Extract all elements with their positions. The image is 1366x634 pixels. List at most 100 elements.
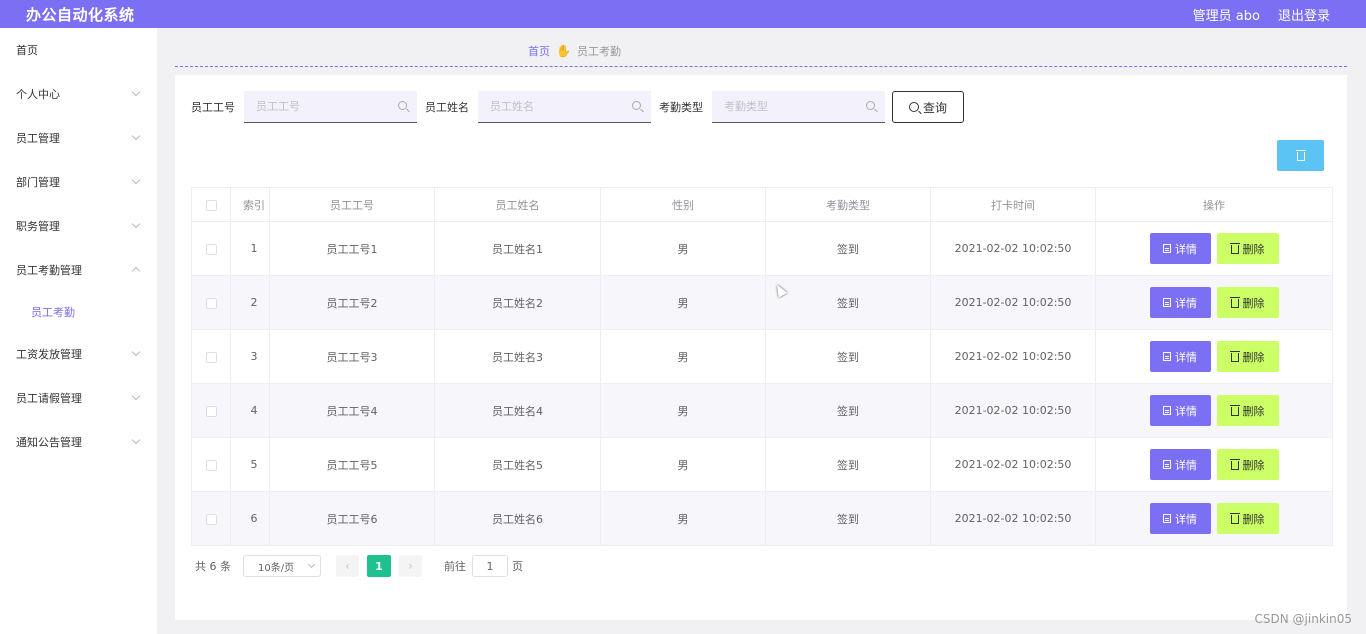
cell-emp-name: 员工姓名2 [434, 275, 601, 330]
detail-button[interactable]: 详情 [1149, 395, 1211, 426]
sidebar-item-label: 工资发放管理 [16, 348, 82, 361]
breadcrumb-current: 员工考勤 [576, 45, 621, 58]
emp-no-label: 员工工号 [191, 101, 235, 114]
header-actions: 管理员 abo 退出登录 [1193, 5, 1330, 24]
cell-actions: 详情 删除 [1095, 437, 1333, 492]
document-icon [1163, 298, 1171, 307]
table-row: 4 员工工号4 员工姓名4 男签到 2021-02-02 10:02:50 详情 删除 [191, 383, 1333, 438]
sidebar-item-label: 首页 [16, 44, 38, 57]
row-select-cell [191, 437, 231, 492]
chevron-down-icon [307, 560, 316, 569]
sidebar-item[interactable]: 首页 [0, 28, 157, 72]
sidebar-item-label: 员工考勤管理 [16, 264, 82, 277]
row-checkbox[interactable] [205, 351, 217, 363]
delete-button-label: 删除 [1242, 512, 1265, 526]
delete-button-label: 删除 [1242, 350, 1265, 364]
sidebar-item[interactable]: 个人中心 [0, 72, 157, 116]
user-label[interactable]: 管理员 abo [1193, 5, 1260, 24]
cell-emp-name: 员工姓名3 [434, 329, 601, 384]
cell-index: 6 [230, 491, 270, 546]
page-size-select[interactable]: 10条/页 [243, 555, 321, 577]
sidebar-item-label: 通知公告管理 [16, 436, 82, 449]
pagination: 共 6 条 10条/页 ‹ 1 › 前往 页 [195, 555, 523, 577]
cell-gender: 男 [600, 437, 766, 492]
select-all-cell [191, 187, 231, 222]
detail-button[interactable]: 详情 [1149, 233, 1211, 264]
column-header: 操作 [1095, 187, 1333, 222]
delete-button[interactable]: 删除 [1216, 449, 1279, 480]
cell-gender: 男 [600, 221, 766, 276]
cell-emp-name: 员工姓名4 [434, 383, 601, 438]
table-row: 1 员工工号1 员工姓名1 男签到 2021-02-02 10:02:50 详情 删除 [191, 221, 1333, 276]
batch-delete-button[interactable] [1277, 140, 1324, 171]
sidebar-item[interactable]: 员工考勤管理 [0, 248, 157, 292]
column-header: 员工姓名 [434, 187, 601, 222]
chevron-up-icon [131, 266, 141, 276]
sidebar-item[interactable]: 员工请假管理 [0, 376, 157, 420]
cell-index: 2 [230, 275, 270, 330]
cell-clock-time: 2021-02-02 10:02:50 [930, 221, 1096, 276]
select-all-checkbox[interactable] [205, 199, 217, 211]
document-icon [1163, 352, 1171, 361]
logout-link[interactable]: 退出登录 [1278, 5, 1330, 24]
page-number-current[interactable]: 1 [367, 555, 391, 577]
sidebar-item[interactable]: 职务管理 [0, 204, 157, 248]
delete-button[interactable]: 删除 [1216, 341, 1279, 372]
cell-gender: 男 [600, 491, 766, 546]
type-input[interactable] [712, 91, 885, 122]
detail-button-label: 详情 [1175, 242, 1197, 256]
sidebar-subitem-attendance[interactable]: 员工考勤 [0, 292, 157, 332]
sidebar-item[interactable]: 工资发放管理 [0, 332, 157, 376]
chevron-down-icon [131, 175, 141, 185]
row-checkbox[interactable] [205, 513, 217, 525]
cell-emp-no: 员工工号6 [269, 491, 435, 546]
cell-gender: 男 [600, 275, 766, 330]
detail-button[interactable]: 详情 [1149, 287, 1211, 318]
cell-index: 1 [230, 221, 270, 276]
sidebar-menu: 首页个人中心 员工管理 部门管理 职务管理员工考勤管理员工考勤工资发放管理员工请假管理… [0, 28, 157, 634]
cell-attendance-type: 签到 [765, 437, 931, 492]
chevron-down-icon [131, 347, 141, 357]
delete-button[interactable]: 删除 [1216, 395, 1279, 426]
prev-page-button[interactable]: ‹ [336, 555, 359, 577]
breadcrumb-home[interactable]: 首页 [528, 43, 550, 59]
cell-clock-time: 2021-02-02 10:02:50 [930, 491, 1096, 546]
delete-button[interactable]: 删除 [1216, 503, 1279, 534]
detail-button-label: 详情 [1175, 404, 1197, 418]
column-header: 员工工号 [269, 187, 435, 222]
row-checkbox[interactable] [205, 297, 217, 309]
sidebar-item[interactable]: 部门管理 [0, 160, 157, 204]
delete-button[interactable]: 删除 [1216, 233, 1279, 264]
emp-name-field [478, 91, 651, 123]
next-page-button[interactable]: › [399, 555, 422, 577]
detail-button[interactable]: 详情 [1149, 503, 1211, 534]
cell-emp-no: 员工工号4 [269, 383, 435, 438]
row-checkbox[interactable] [205, 405, 217, 417]
top-header: 办公自动化系统 管理员 abo 退出登录 [0, 0, 1366, 28]
search-icon [866, 101, 875, 110]
emp-name-input[interactable] [478, 91, 651, 122]
cell-clock-time: 2021-02-02 10:02:50 [930, 383, 1096, 438]
goto-page-input[interactable] [472, 555, 508, 577]
chevron-down-icon [131, 435, 141, 445]
table-row: 3 员工工号3 员工姓名3 男签到 2021-02-02 10:02:50 详情 删除 [191, 329, 1333, 384]
search-icon [908, 102, 919, 112]
emp-no-input[interactable] [244, 91, 417, 122]
delete-button[interactable]: 删除 [1216, 287, 1279, 318]
cell-attendance-type: 签到 [765, 275, 931, 330]
table-header-row: 索引 员工工号 员工姓名 性别 考勤类型 打卡时间 操作 [191, 187, 1333, 222]
detail-button[interactable]: 详情 [1149, 341, 1211, 372]
row-select-cell [191, 383, 231, 438]
row-select-cell [191, 329, 231, 384]
row-checkbox[interactable] [205, 459, 217, 471]
document-icon [1163, 514, 1171, 523]
trash-icon [1229, 243, 1240, 254]
row-checkbox[interactable] [205, 243, 217, 255]
detail-button[interactable]: 详情 [1149, 449, 1211, 480]
delete-button-label: 删除 [1242, 296, 1265, 310]
emp-no-field [244, 91, 417, 123]
sidebar-item[interactable]: 员工管理 [0, 116, 157, 160]
sidebar-item[interactable]: 通知公告管理 [0, 420, 157, 464]
breadcrumb-divider [175, 66, 1347, 67]
search-button[interactable]: 查询 [892, 91, 964, 123]
